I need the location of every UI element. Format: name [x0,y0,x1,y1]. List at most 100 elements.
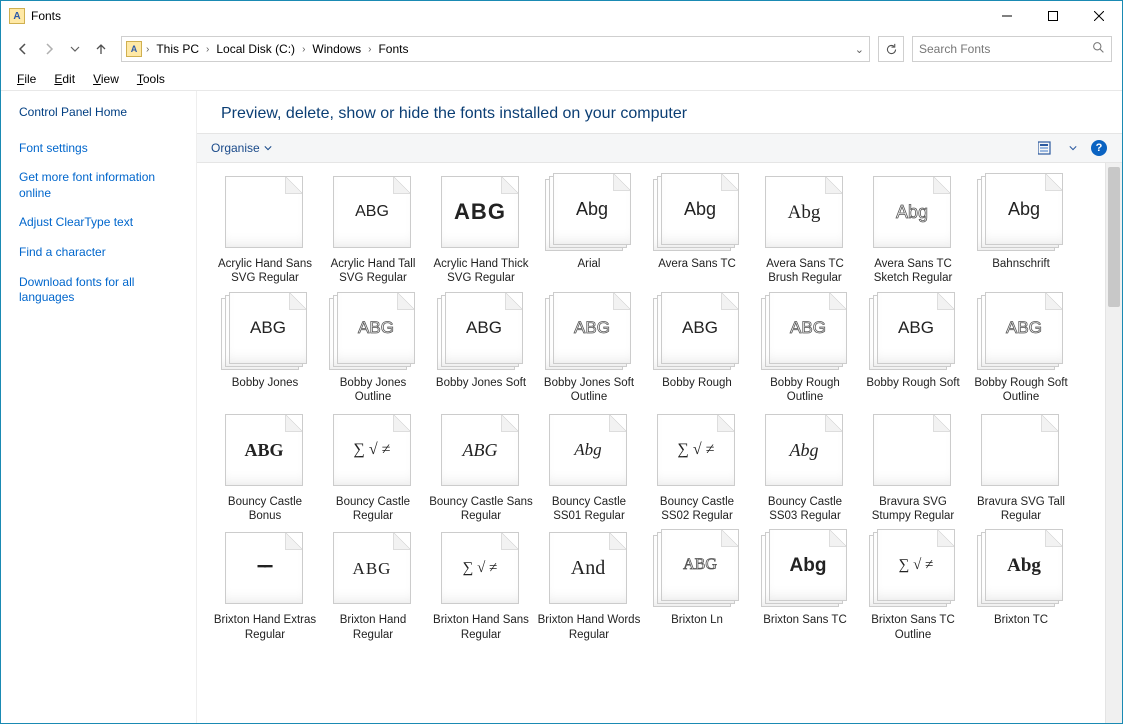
font-item[interactable]: ∑ √ ≠Brixton Hand Sans Regular [427,529,535,642]
location-icon: A [126,41,142,57]
title-bar: A Fonts [1,1,1122,31]
font-grid: Acrylic Hand Sans SVG RegularABGAcrylic … [197,163,1122,652]
font-label: Bobby Rough Soft [861,376,965,390]
close-button[interactable] [1076,1,1122,31]
font-item[interactable]: AndBrixton Hand Words Regular [535,529,643,642]
menu-file[interactable]: File [9,70,44,88]
minimize-button[interactable] [984,1,1030,31]
sidebar-link[interactable]: Font settings [19,141,186,157]
sidebar-home[interactable]: Control Panel Home [19,105,186,121]
search-box[interactable]: Search Fonts [912,36,1112,62]
font-item[interactable]: ABGBobby Jones Outline [319,292,427,405]
chevron-right-icon: › [301,44,306,55]
font-item[interactable]: AbgBahnschrift [967,173,1075,286]
font-sample: ABG [244,441,283,459]
font-item[interactable]: Abg Bouncy Castle SS01 Regular [535,411,643,524]
font-item[interactable]: ABGBobby Rough [643,292,751,405]
font-label: Acrylic Hand Tall SVG Regular [321,257,425,286]
font-item[interactable]: ∑ √ ≠Bouncy Castle Regular [319,411,427,524]
font-item[interactable]: ABG Acrylic Hand Thick SVG Regular [427,173,535,286]
font-thumbnail: ∑ √ ≠ [437,529,525,609]
font-thumbnail [869,411,957,491]
window-title: Fonts [31,9,61,23]
forward-button[interactable] [37,37,61,61]
font-label: Bravura SVG Tall Regular [969,495,1073,524]
font-item[interactable]: ABGBouncy Castle Sans Regular [427,411,535,524]
back-button[interactable] [11,37,35,61]
nav-bar: A › This PC › Local Disk (C:) › Windows … [1,31,1122,67]
sidebar-link[interactable]: Download fonts for all languages [19,275,186,306]
font-sample: ━━ [258,561,271,575]
font-label: Brixton Hand Extras Regular [213,613,317,642]
font-item[interactable]: ABGBobby Rough Soft Outline [967,292,1075,405]
font-item[interactable]: ABG Acrylic Hand Tall SVG Regular [319,173,427,286]
font-item[interactable]: Abg Avera Sans TC Brush Regular [751,173,859,286]
font-sample: Abg [576,200,608,218]
font-item[interactable]: ABGBobby Jones Soft Outline [535,292,643,405]
breadcrumb[interactable]: Windows [309,42,364,56]
font-item[interactable]: ABGBobby Jones Soft [427,292,535,405]
font-label: Bouncy Castle Bonus [213,495,317,524]
font-label: Avera Sans TC Brush Regular [753,257,857,286]
font-item[interactable]: ━━ Brixton Hand Extras Regular [211,529,319,642]
organise-label: Organise [211,141,260,155]
breadcrumb[interactable]: Fonts [375,42,411,56]
font-item[interactable]: ABGBobby Rough Soft [859,292,967,405]
font-sample: Abg [896,203,928,221]
font-item[interactable]: ABG Bouncy Castle Bonus [211,411,319,524]
font-thumbnail: ━━ [221,529,309,609]
font-item[interactable]: ∑ √ ≠Brixton Sans TC Outline [859,529,967,642]
organise-button[interactable]: Organise [207,138,276,158]
font-thumbnail: Abg [545,411,633,491]
font-item[interactable]: ABGBrixton Ln [643,529,751,642]
font-sample: Abg [790,441,819,459]
font-thumbnail: Abg [545,173,633,253]
font-sample: ABG [454,201,506,223]
font-thumbnail: ABG [221,411,309,491]
menu-bar: File Edit View Tools [1,67,1122,91]
menu-view[interactable]: View [85,70,127,88]
refresh-button[interactable] [878,36,904,62]
menu-tools[interactable]: Tools [129,70,173,88]
font-item[interactable]: ∑ √ ≠Bouncy Castle SS02 Regular [643,411,751,524]
chevron-down-icon[interactable]: ⌄ [854,43,865,56]
font-sample: Abg [684,200,716,218]
vertical-scrollbar[interactable] [1105,163,1122,723]
font-item[interactable]: AbgArial [535,173,643,286]
font-item[interactable]: AbgAvera Sans TC Sketch Regular [859,173,967,286]
maximize-button[interactable] [1030,1,1076,31]
font-label: Acrylic Hand Thick SVG Regular [429,257,533,286]
menu-edit[interactable]: Edit [46,70,83,88]
breadcrumb[interactable]: Local Disk (C:) [213,42,298,56]
font-item[interactable]: AbgBrixton TC [967,529,1075,642]
font-item[interactable]: ABGBobby Rough Outline [751,292,859,405]
font-thumbnail: ABG [437,173,525,253]
recent-dropdown[interactable] [63,37,87,61]
help-button[interactable]: ? [1088,137,1110,159]
font-item[interactable]: ABGBobby Jones [211,292,319,405]
font-item[interactable]: AbgBrixton Sans TC [751,529,859,642]
view-dropdown[interactable] [1062,137,1084,159]
font-item[interactable]: AbgAvera Sans TC [643,173,751,286]
font-label: Bouncy Castle SS01 Regular [537,495,641,524]
up-button[interactable] [89,37,113,61]
font-sample: ∑ √ ≠ [463,561,498,576]
font-item[interactable]: Bravura SVG Tall Regular [967,411,1075,524]
font-thumbnail: ABG [329,173,417,253]
font-item[interactable]: Acrylic Hand Sans SVG Regular [211,173,319,286]
sidebar-link[interactable]: Find a character [19,245,186,261]
scrollbar-thumb[interactable] [1108,167,1120,307]
sidebar-link[interactable]: Adjust ClearType text [19,215,186,231]
sidebar-link[interactable]: Get more font information online [19,170,186,201]
font-thumbnail: ABG [437,292,525,372]
address-bar[interactable]: A › This PC › Local Disk (C:) › Windows … [121,36,870,62]
font-label: Bouncy Castle SS02 Regular [645,495,749,524]
body: Control Panel Home Font settings Get mor… [1,91,1122,723]
font-item[interactable]: AbgBouncy Castle SS03 Regular [751,411,859,524]
font-sample: Abg [788,203,821,222]
font-thumbnail: ABG [221,292,309,372]
view-options-button[interactable] [1036,137,1058,159]
font-item[interactable]: ABGBrixton Hand Regular [319,529,427,642]
breadcrumb[interactable]: This PC [153,42,202,56]
font-item[interactable]: Bravura SVG Stumpy Regular [859,411,967,524]
